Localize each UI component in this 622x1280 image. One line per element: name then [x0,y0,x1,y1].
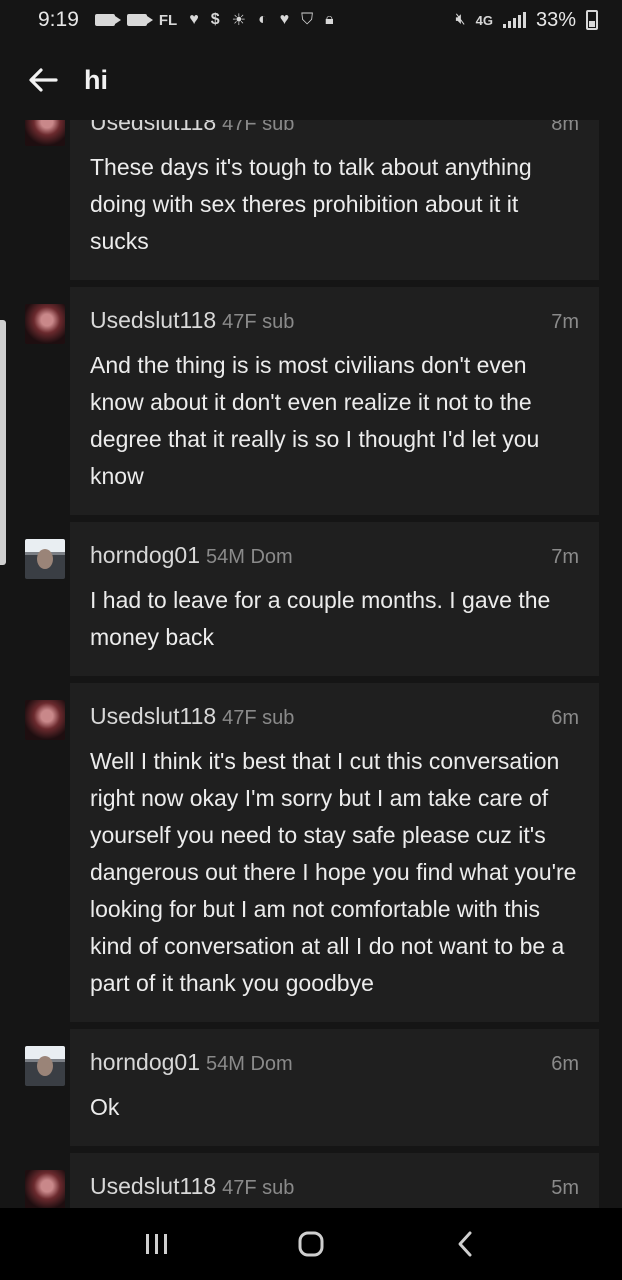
app-bar: hi [0,40,622,120]
message-item: horndog01 54M Dom 6m Ok [0,1029,622,1146]
username[interactable]: Usedslut118 [90,120,216,135]
message-bubble: Usedslut118 47F sub 7m And the thing is i… [70,287,599,515]
battery-icon [586,10,598,30]
message-text: And the thing is is most civilians don't… [90,352,540,489]
avatar[interactable] [25,1046,65,1086]
message-time: 6m [551,1053,579,1075]
back-arrow-button[interactable] [26,63,60,97]
avatar[interactable] [25,700,65,740]
recents-icon [146,1234,167,1254]
message-bubble: horndog01 54M Dom 6m Ok [70,1029,599,1146]
network-type: 4G [475,12,493,28]
signal-icon [502,12,526,28]
message-bubble: Usedslut118 47F sub 8m These days it's to… [70,120,599,280]
user-meta: 54M Dom [206,1053,293,1075]
avatar[interactable] [25,120,65,146]
username[interactable]: Usedslut118 [90,307,216,333]
home-button[interactable] [281,1214,341,1274]
message-time: 7m [551,311,579,333]
avatar[interactable] [25,304,65,344]
user-meta: 47F sub [222,120,295,135]
message-time: 7m [551,546,579,568]
message-time: 6m [551,707,579,729]
shield-icon: ⛉ [301,11,314,28]
avatar[interactable] [25,539,65,579]
mute-icon: 🔇︎ [455,11,466,28]
username[interactable]: horndog01 [90,1049,200,1075]
video-camera-icon-2 [126,14,153,26]
avatar[interactable] [25,1170,65,1208]
scroll-handle[interactable] [0,320,6,565]
status-bar: 9:19 FL ♥ $ ☀ ◐ ♥ ⛉ 🔒︎ 🔇︎ 4G 33% [0,0,622,40]
message-time: 8m [551,120,579,135]
back-icon [458,1231,472,1257]
username[interactable]: Usedslut118 [90,1173,216,1199]
user-meta: 47F sub [222,311,295,333]
username[interactable]: Usedslut118 [90,703,216,729]
recents-button[interactable] [127,1214,187,1274]
message-text: These days it's tough to talk about anyt… [90,154,532,254]
status-time: 9:19 [38,8,79,31]
message-item: Usedslut118 47F sub 5m [0,1153,622,1208]
message-item: Usedslut118 47F sub 7m And the thing is i… [0,287,622,515]
message-list[interactable]: Usedslut118 47F sub 8m These days it's to… [0,120,622,1208]
message-item: Usedslut118 47F sub 8m These days it's to… [0,120,622,280]
message-text: Ok [90,1094,120,1120]
back-button[interactable] [435,1214,495,1274]
message-bubble: horndog01 54M Dom 7m I had to leave for a… [70,522,599,676]
system-nav-bar [0,1208,622,1280]
message-text: Well I think it's best that I cut this c… [90,748,577,996]
heart-icon: ♥ [279,11,290,28]
lock-icon: 🔒︎ [325,11,334,28]
home-icon [298,1231,324,1257]
user-meta: 47F sub [222,707,295,729]
conversation-title: hi [84,64,108,95]
message-text: I had to leave for a couple months. I ga… [90,587,551,650]
contrast-icon: ◐ [257,11,268,28]
dollar-icon: $ [210,11,220,28]
message-time: 5m [551,1177,579,1199]
battery-percent: 33% [535,8,576,31]
message-item: horndog01 54M Dom 7m I had to leave for a… [0,522,622,676]
message-item: Usedslut118 47F sub 6m Well I think it's … [0,683,622,1022]
message-bubble: Usedslut118 47F sub 6m Well I think it's … [70,683,599,1022]
user-meta: 47F sub [222,1177,295,1199]
username[interactable]: horndog01 [90,542,200,568]
weather-icon: ☀ [231,12,246,29]
carrier-label: FL [158,11,178,29]
back-arrow-icon [29,68,58,92]
user-meta: 54M Dom [206,546,293,568]
video-camera-icon [94,14,121,26]
message-bubble: Usedslut118 47F sub 5m [70,1153,599,1208]
heart-check-icon: ♥ [189,11,199,28]
